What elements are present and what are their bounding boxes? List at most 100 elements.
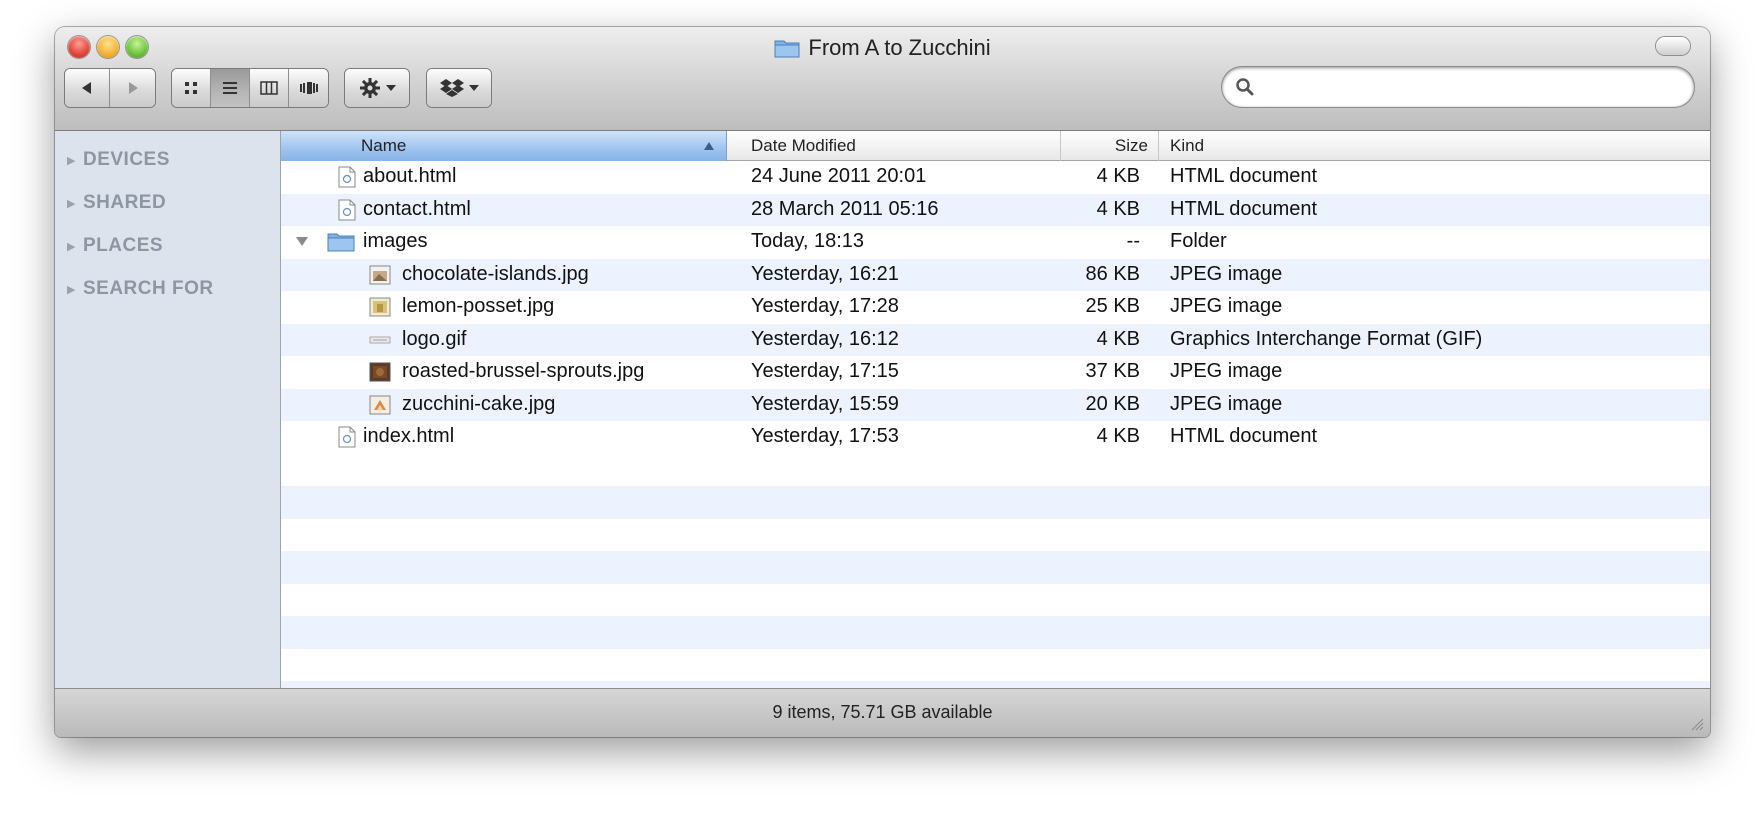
forward-button[interactable] <box>110 69 155 107</box>
disclosure-triangle-icon: ▶ <box>67 154 76 167</box>
toolbar-toggle-button[interactable] <box>1656 37 1690 55</box>
sort-ascending-icon <box>704 142 714 150</box>
column-header-size[interactable]: Size <box>1061 131 1159 161</box>
file-row[interactable]: logo.gif Yesterday, 16:12 4 KB Graphics … <box>281 323 1710 356</box>
file-row[interactable]: contact.html 28 March 2011 05:16 4 KB HT… <box>281 193 1710 226</box>
file-date: Today, 18:13 <box>751 230 865 252</box>
action-menu-button[interactable] <box>345 69 409 107</box>
list-view-button[interactable] <box>211 69 250 107</box>
disclosure-triangle-icon: ▶ <box>67 283 76 296</box>
file-kind: JPEG image <box>1170 392 1283 415</box>
file-row[interactable]: about.html 24 June 2011 20:01 4 KB HTML … <box>281 161 1710 194</box>
search-input[interactable] <box>1262 73 1672 101</box>
file-name: index.html <box>363 425 455 447</box>
column-header-size-label: Size <box>1114 136 1148 155</box>
file-name: contact.html <box>363 197 471 220</box>
file-name: zucchini-cake.jpg <box>402 392 556 415</box>
icon-view-button[interactable] <box>172 69 211 107</box>
file-name: lemon-posset.jpg <box>402 295 555 317</box>
file-size: 20 KB <box>1085 392 1140 415</box>
file-date: Yesterday, 17:28 <box>751 295 899 317</box>
finder-window: From A to Zucchini ▶ DEVICES ▶ SHARED ▶ … <box>55 27 1710 737</box>
sidebar: ▶ DEVICES ▶ SHARED ▶ PLACES ▶ SEARCH FOR <box>55 131 281 688</box>
folder-icon <box>327 233 355 252</box>
action-menu-group <box>345 69 409 107</box>
file-kind: JPEG image <box>1170 295 1283 317</box>
file-kind: JPEG image <box>1170 262 1283 285</box>
sidebar-section-shared[interactable]: ▶ SHARED <box>67 192 166 214</box>
file-size: 86 KB <box>1085 262 1140 285</box>
folder-row[interactable]: images Today, 18:13 -- Folder <box>281 226 1710 259</box>
file-row[interactable]: chocolate-islands.jpg Yesterday, 16:21 8… <box>281 258 1710 291</box>
file-size: 4 KB <box>1096 327 1140 350</box>
folder-icon <box>774 40 800 58</box>
column-header-name-label: Name <box>361 136 407 155</box>
window-title: From A to Zucchini <box>55 35 1710 61</box>
dropbox-menu-button[interactable] <box>427 69 491 107</box>
column-header-name[interactable]: Name <box>281 131 727 161</box>
forward-arrow-icon <box>128 82 138 94</box>
sidebar-section-label: DEVICES <box>82 149 170 170</box>
file-kind: Graphics Interchange Format (GIF) <box>1170 327 1483 350</box>
sidebar-section-search-for[interactable]: ▶ SEARCH FOR <box>67 278 214 300</box>
file-name: logo.gif <box>402 327 467 350</box>
sidebar-section-label: SEARCH FOR <box>82 278 214 299</box>
coverflow-view-button[interactable] <box>289 69 328 107</box>
file-row[interactable]: index.html Yesterday, 17:53 4 KB HTML do… <box>281 421 1710 454</box>
jpeg-thumbnail-icon <box>369 265 391 284</box>
file-kind: JPEG image <box>1170 360 1283 382</box>
file-rows: about.html 24 June 2011 20:01 4 KB HTML … <box>281 161 1710 454</box>
sidebar-section-places[interactable]: ▶ PLACES <box>67 235 163 257</box>
disclosure-triangle-icon[interactable] <box>296 237 308 246</box>
column-header-bar: Name Date Modified Size Kind <box>281 131 1710 161</box>
file-kind: HTML document <box>1170 425 1318 447</box>
sidebar-section-devices[interactable]: ▶ DEVICES <box>67 149 170 171</box>
file-row[interactable]: roasted-brussel-sprouts.jpg Yesterday, 1… <box>281 356 1710 389</box>
chevron-down-icon <box>385 85 396 91</box>
titlebar: From A to Zucchini <box>55 27 1710 131</box>
html-file-icon <box>338 426 356 448</box>
dropbox-icon <box>439 79 464 97</box>
disclosure-triangle-icon: ▶ <box>67 197 76 210</box>
column-view-button[interactable] <box>250 69 289 107</box>
file-row[interactable]: lemon-posset.jpg Yesterday, 17:28 25 KB … <box>281 291 1710 324</box>
file-name: roasted-brussel-sprouts.jpg <box>402 360 645 382</box>
file-date: Yesterday, 16:21 <box>751 262 899 285</box>
file-name: chocolate-islands.jpg <box>402 262 589 285</box>
file-name: images <box>363 230 428 252</box>
column-header-date-label: Date Modified <box>751 136 856 155</box>
resize-grip-icon[interactable] <box>1690 717 1704 731</box>
file-size: 4 KB <box>1096 197 1140 220</box>
dropbox-menu-group <box>427 69 491 107</box>
empty-row-stripe <box>281 681 1710 688</box>
file-list: Name Date Modified Size Kind about.html <box>281 131 1710 688</box>
jpeg-thumbnail-icon <box>369 395 391 414</box>
back-button[interactable] <box>65 69 110 107</box>
nav-buttons <box>65 69 155 107</box>
file-size: 4 KB <box>1096 165 1140 187</box>
html-file-icon <box>338 166 356 188</box>
jpeg-thumbnail-icon <box>369 362 391 382</box>
file-size: -- <box>1126 230 1140 252</box>
file-date: Yesterday, 17:53 <box>751 425 899 447</box>
column-view-icon <box>260 81 278 95</box>
status-bar: 9 items, 75.71 GB available <box>55 688 1710 737</box>
file-date: 24 June 2011 20:01 <box>751 165 927 187</box>
coverflow-view-icon <box>299 82 318 94</box>
empty-row-stripe <box>281 616 1710 649</box>
chevron-down-icon <box>468 85 479 91</box>
column-header-kind[interactable]: Kind <box>1159 131 1710 161</box>
column-header-kind-label: Kind <box>1170 136 1205 155</box>
gear-icon <box>359 78 380 98</box>
back-arrow-icon <box>82 82 91 94</box>
file-date: Yesterday, 15:59 <box>751 392 899 415</box>
column-header-date[interactable]: Date Modified <box>727 131 1061 161</box>
file-name: about.html <box>363 165 457 187</box>
search-field[interactable] <box>1222 67 1694 107</box>
status-text: 9 items, 75.71 GB available <box>772 702 993 722</box>
search-icon <box>1236 78 1254 96</box>
file-kind: HTML document <box>1170 165 1318 187</box>
file-row[interactable]: zucchini-cake.jpg Yesterday, 15:59 20 KB… <box>281 388 1710 421</box>
disclosure-triangle-icon: ▶ <box>67 240 76 253</box>
file-kind: HTML document <box>1170 197 1318 220</box>
